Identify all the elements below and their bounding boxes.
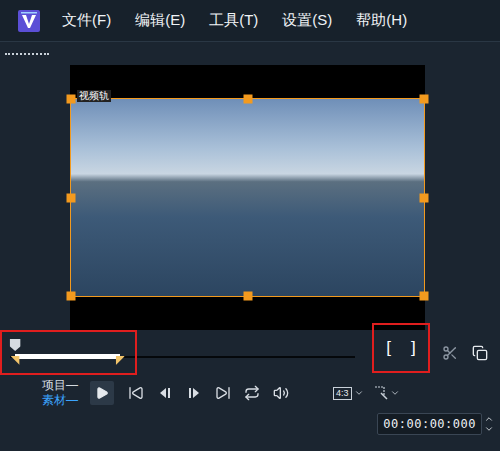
menu-item[interactable]: 文件(F) <box>62 9 111 32</box>
mark-out-button[interactable]: ] <box>411 335 416 361</box>
dropdown-arrow-icon <box>390 388 400 398</box>
previous-frame-icon[interactable] <box>157 385 173 401</box>
split-clip-icon[interactable] <box>442 345 458 361</box>
copy-icon[interactable] <box>472 345 488 361</box>
go-to-start-icon[interactable] <box>128 385 144 401</box>
resize-handle[interactable] <box>420 292 429 301</box>
playhead[interactable] <box>10 339 21 351</box>
panel-grip[interactable] <box>0 42 500 65</box>
menu-item[interactable]: 帮助(H) <box>356 9 407 32</box>
highlight-box <box>0 330 137 375</box>
app-logo-icon <box>18 10 40 32</box>
resize-handle[interactable] <box>420 193 429 202</box>
crop-dropdown[interactable] <box>374 386 400 400</box>
menu-item[interactable]: 编辑(E) <box>135 9 185 32</box>
video-frame[interactable]: 视频轨 <box>70 98 425 297</box>
control-row: 项目—素材— 4:3 <box>0 375 500 411</box>
decrease-icon[interactable] <box>484 424 494 434</box>
mode-option[interactable]: 项目— <box>42 378 84 393</box>
go-to-end-icon[interactable] <box>215 385 231 401</box>
next-frame-icon[interactable] <box>186 385 202 401</box>
volume-icon[interactable] <box>273 385 289 401</box>
mark-in-button[interactable]: [ <box>386 335 391 361</box>
timecode-spinner[interactable] <box>484 414 494 434</box>
resize-handle[interactable] <box>243 95 252 104</box>
timecode-field[interactable]: 00:00:00:000 <box>377 413 482 435</box>
dropdown-arrow-icon <box>354 388 364 398</box>
track-label: 视频轨 <box>77 90 111 102</box>
mark-buttons: [] <box>372 323 430 373</box>
resize-handle[interactable] <box>420 95 429 104</box>
menu-item[interactable]: 设置(S) <box>282 9 332 32</box>
mode-option[interactable]: 素材— <box>42 393 84 408</box>
scrub-row: [] <box>0 330 500 375</box>
preview-area: 视频轨 <box>70 65 425 330</box>
menu-item[interactable]: 工具(T) <box>209 9 258 32</box>
menu-bar: 文件(F) 编辑(E) 工具(T) 设置(S) 帮助(H) <box>0 0 500 42</box>
resize-handle[interactable] <box>243 292 252 301</box>
timecode-row: 00:00:00:000 <box>0 411 500 435</box>
mode-switch: 项目—素材— <box>42 378 84 408</box>
resize-handle[interactable] <box>67 292 76 301</box>
repeat-icon[interactable] <box>244 385 260 401</box>
app-window: 文件(F)编辑(E)工具(T)设置(S)帮助(H)视频轨[]项目—素材—4:30… <box>0 0 500 451</box>
resize-handle[interactable] <box>67 193 76 202</box>
crop-icon <box>374 386 388 400</box>
play-button[interactable] <box>90 381 114 405</box>
increase-icon[interactable] <box>484 414 494 424</box>
trim-range[interactable] <box>15 354 120 359</box>
play-icon <box>95 386 109 400</box>
resize-handle[interactable] <box>67 95 76 104</box>
aspect-dropdown[interactable]: 4:3 <box>333 387 364 400</box>
